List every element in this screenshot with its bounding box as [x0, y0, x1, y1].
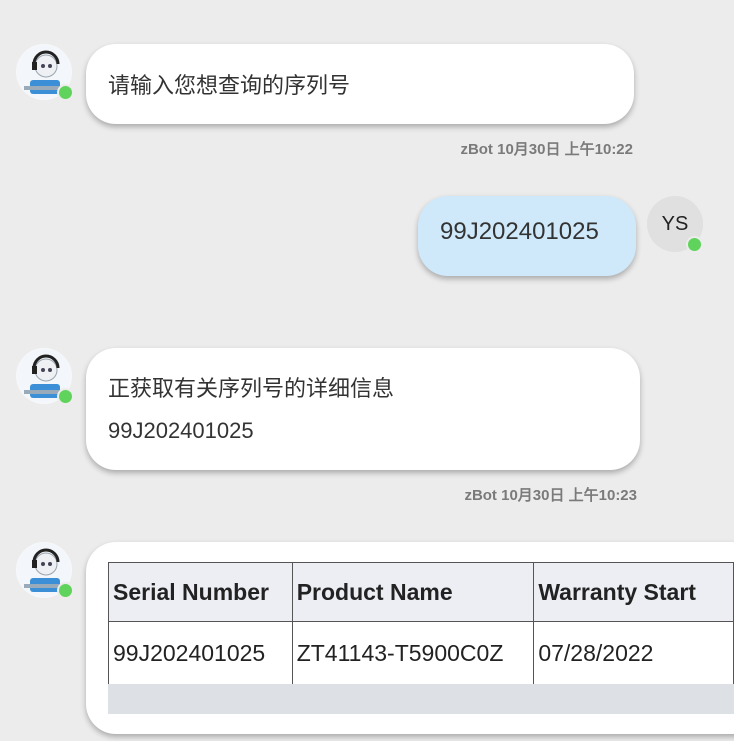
- table-viewport[interactable]: Serial Number Product Name Warranty Star…: [108, 562, 734, 714]
- cell-serial-number: 99J202401025: [108, 621, 293, 685]
- message-text-line-1: 正获取有关序列号的详细信息: [108, 376, 395, 401]
- serial-info-table: Serial Number Product Name Warranty Star…: [108, 562, 734, 685]
- table-row: 99J202401025 ZT41143-T5900C0Z 07/28/2022: [108, 621, 734, 685]
- column-header-serial-number: Serial Number: [108, 562, 293, 622]
- cell-product-name: ZT41143-T5900C0Z: [291, 621, 535, 685]
- online-status-dot: [57, 582, 74, 599]
- online-status-dot: [57, 388, 74, 405]
- bot-message-bubble: 正获取有关序列号的详细信息 99J202401025: [86, 348, 640, 470]
- column-header-warranty-start: Warranty Start: [533, 562, 734, 622]
- message-text: 请输入您想查询的序列号: [108, 73, 351, 98]
- table-header-row: Serial Number Product Name Warranty Star…: [108, 562, 734, 622]
- table-horizontal-scrollbar[interactable]: [108, 684, 734, 714]
- column-header-product-name: Product Name: [291, 562, 535, 622]
- message-meta: zBot 10月30日 上午10:22: [460, 141, 633, 158]
- cell-warranty-start: 07/28/2022: [533, 621, 734, 685]
- online-status-dot: [686, 236, 703, 253]
- bot-message-bubble: 请输入您想查询的序列号: [86, 44, 634, 124]
- message-text-line-2: 99J202401025: [108, 418, 254, 443]
- online-status-dot: [57, 84, 74, 101]
- message-meta: zBot 10月30日 上午10:23: [464, 487, 637, 504]
- user-message-bubble: 99J202401025: [418, 196, 636, 276]
- message-text: 99J202401025: [440, 218, 599, 245]
